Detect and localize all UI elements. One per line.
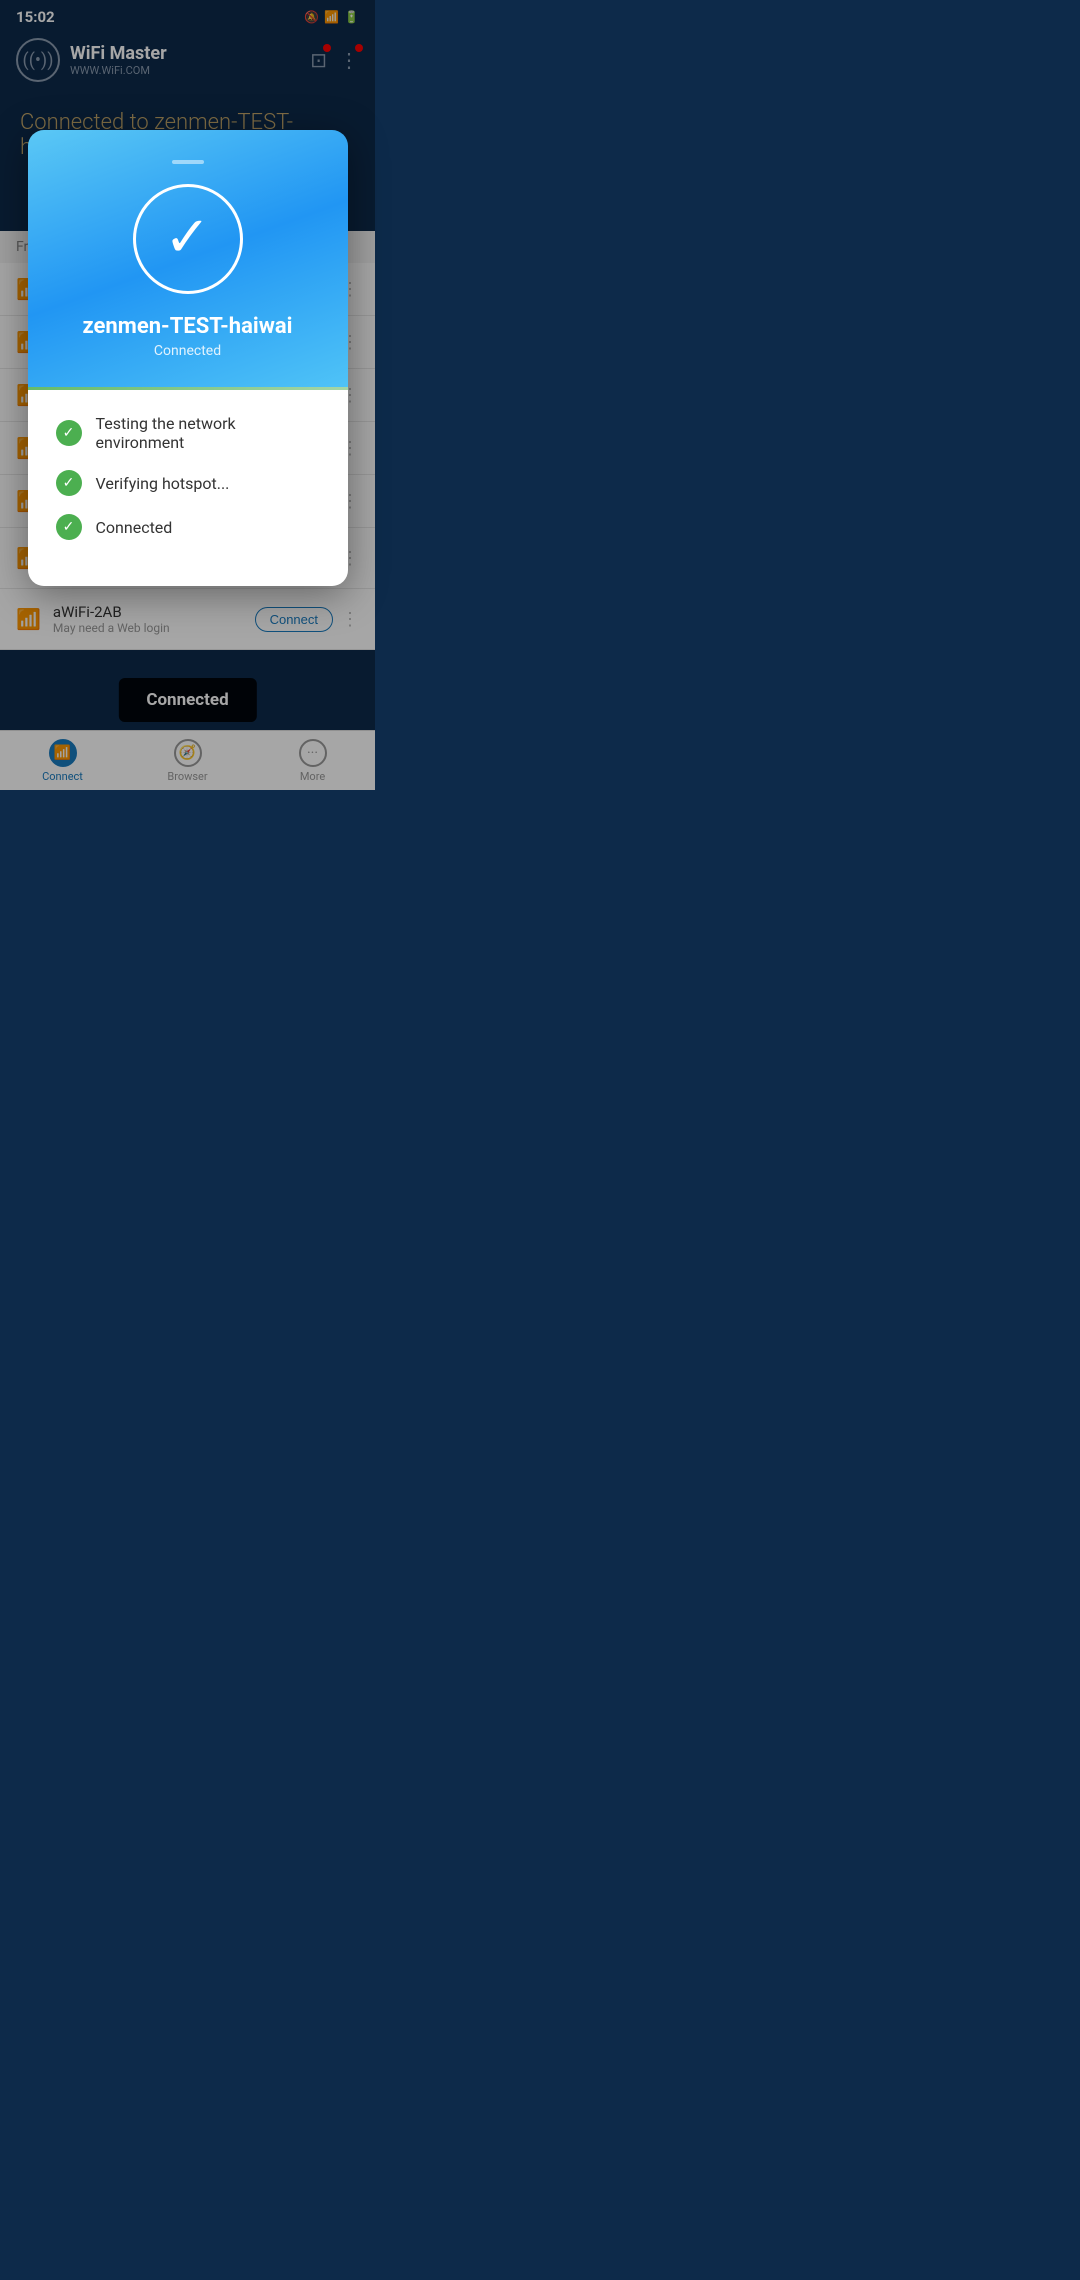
check-circle: ✓ (133, 184, 243, 294)
modal-ssid: zenmen-TEST-haiwai (83, 314, 293, 339)
step-check-icon: ✓ (56, 420, 82, 446)
modal-step-1: ✓ Testing the network environment (56, 414, 320, 452)
modal-top: ✓ zenmen-TEST-haiwai Connected (28, 130, 348, 387)
modal-status: Connected (154, 343, 221, 359)
step-check-icon: ✓ (56, 514, 82, 540)
modal-step-2: ✓ Verifying hotspot... (56, 470, 320, 496)
step-2-text: Verifying hotspot... (96, 474, 230, 493)
modal-handle (172, 160, 204, 164)
step-1-text: Testing the network environment (96, 414, 320, 452)
modal-overlay: ✓ zenmen-TEST-haiwai Connected ✓ Testing… (0, 0, 375, 790)
modal-step-3: ✓ Connected (56, 514, 320, 540)
modal-bottom: ✓ Testing the network environment ✓ Veri… (28, 390, 348, 586)
step-check-icon: ✓ (56, 470, 82, 496)
check-icon: ✓ (164, 209, 211, 265)
step-3-text: Connected (96, 518, 173, 537)
connection-modal: ✓ zenmen-TEST-haiwai Connected ✓ Testing… (28, 130, 348, 586)
